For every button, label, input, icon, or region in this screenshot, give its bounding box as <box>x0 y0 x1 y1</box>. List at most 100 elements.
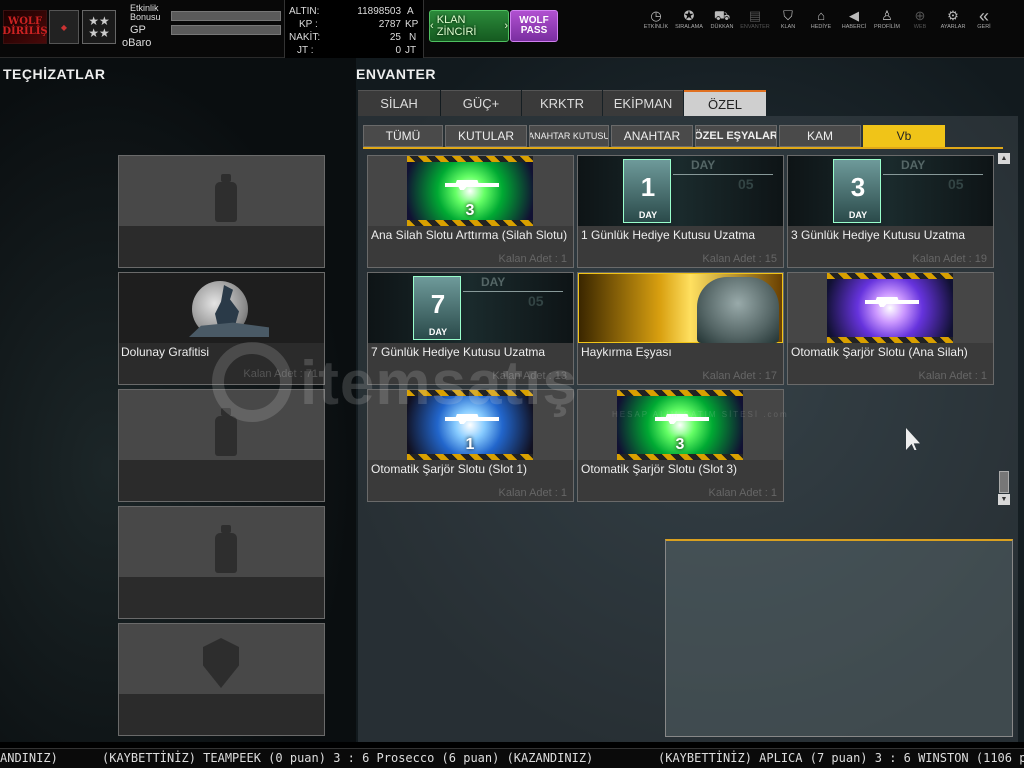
equipment-slot[interactable] <box>118 506 325 619</box>
tab-silah[interactable]: SİLAH <box>358 90 440 116</box>
gear-icon: ⚙ <box>947 8 959 23</box>
inventory-title: ENVANTER <box>356 66 436 82</box>
ticker-segment: ANDINIZ) <box>0 751 58 765</box>
item-qty: Kalan Adet : 1 <box>708 487 778 499</box>
menu-item-siralama[interactable]: ✪ SIRALAMA <box>673 8 705 40</box>
kp-row: KP : 2787 KP <box>285 19 425 31</box>
item-art-number: 3 <box>675 436 685 453</box>
item-qty: Kalan Adet : 19 <box>912 253 987 265</box>
inventory-tabs: SİLAH GÜÇ+ KRKTR EKİPMAN ÖZEL <box>358 90 767 116</box>
equipment-slot[interactable] <box>118 155 325 268</box>
slot-art <box>119 390 324 460</box>
menu-item-hediye[interactable]: ⌂ HEDİYE <box>805 8 837 40</box>
item-art: 3 DAY DAY 05 <box>788 156 993 226</box>
menu-label: SIRALAMA <box>675 24 703 30</box>
tab-ozel[interactable]: ÖZEL <box>684 90 766 116</box>
equipment-slot[interactable] <box>118 623 325 736</box>
clan-chain-label: KLAN ZİNCİRİ <box>436 14 477 38</box>
clan-chain-button[interactable]: ‹ KLAN ZİNCİRİ › <box>429 10 509 42</box>
ticker-segment: (KAYBETTİNİZ) APLICA (7 puan) 3 : 6 WINS… <box>658 751 1024 765</box>
inventory-scrollbar[interactable]: ▲ ▼ <box>998 153 1010 505</box>
stat-key: JT : <box>297 45 314 56</box>
item-name: 7 Günlük Hediye Kutusu Uzatma <box>371 345 546 359</box>
stat-unit: N <box>409 32 417 43</box>
tab-guc[interactable]: GÜÇ+ <box>441 90 521 116</box>
stat-value: 25 <box>389 32 401 43</box>
day-label: DAY <box>638 210 658 220</box>
item-name: Otomatik Şarjör Slotu (Slot 1) <box>371 462 528 476</box>
menu-item-envanter[interactable]: ▤ ENVANTER <box>739 8 771 40</box>
game-logo: WOLF DİRİLİŞ <box>2 10 48 44</box>
inventory-item[interactable]: 3 Ana Silah Slotu Arttırma (Silah Slotu)… <box>367 155 574 268</box>
inventory-item[interactable]: 3 Otomatik Şarjör Slotu (Slot 3) Kalan A… <box>577 389 784 502</box>
item-name: Otomatik Şarjör Slotu (Ana Silah) <box>791 345 968 359</box>
match-ticker: ANDINIZ) (KAYBETTİNİZ) TEAMPEEK (0 puan)… <box>0 748 1024 768</box>
equipment-slot[interactable]: Dolunay Grafitisi Kalan Adet : 71 <box>118 272 325 385</box>
slot-art <box>119 507 324 577</box>
item-qty: Kalan Adet : 17 <box>702 370 777 382</box>
stat-value: 2787 <box>378 19 401 30</box>
menu-item-klan[interactable]: ⛉ KLAN <box>772 8 804 40</box>
day-box-icon: 1 DAY DAY 05 <box>578 156 783 226</box>
subtab-kam[interactable]: KAM <box>779 125 861 147</box>
subtab-ozel-esyalar[interactable]: ÖZEL EŞYALAR <box>695 125 777 147</box>
slot-item-qty: Kalan Adet : 71 <box>243 368 318 380</box>
wolf-pass-button[interactable]: WOLF PASS <box>510 10 558 42</box>
subtab-kutular[interactable]: KUTULAR <box>445 125 527 147</box>
day-header: DAY <box>901 158 926 172</box>
item-art-number: 3 <box>465 202 475 219</box>
rifle-slot-icon <box>827 273 953 343</box>
slot-footer <box>119 577 324 618</box>
item-name: Otomatik Şarjör Slotu (Slot 3) <box>581 462 738 476</box>
menu-item-ayarlar[interactable]: ⚙ AYARLAR <box>937 8 969 40</box>
day-label: DAY <box>428 327 448 337</box>
menu-item-profilim[interactable]: ♙ PROFİLİM <box>871 8 903 40</box>
inventory-item[interactable]: 1 Otomatik Şarjör Slotu (Slot 1) Kalan A… <box>367 389 574 502</box>
item-preview-panel <box>665 539 1013 737</box>
rank-badge: ★★ ★★ <box>82 10 116 44</box>
menu-item-dukkan[interactable]: ⛟ DÜKKAN <box>706 8 738 40</box>
subtab-vb[interactable]: Vb <box>863 125 945 147</box>
tab-ekipman[interactable]: EKİPMAN <box>603 90 683 116</box>
menu-label: ENVANTER <box>740 24 770 30</box>
stat-key: NAKİT: <box>289 32 321 43</box>
slot-footer <box>119 694 324 735</box>
username: oBaro <box>122 37 152 49</box>
tab-krktr[interactable]: KRKTR <box>522 90 602 116</box>
scroll-thumb[interactable] <box>999 471 1009 493</box>
clan-emblem[interactable]: ◆ <box>49 10 79 44</box>
menu-label: GERİ <box>977 24 991 30</box>
menu-item-haberci[interactable]: ◀ HABERCİ <box>838 8 870 40</box>
item-qty: Kalan Adet : 15 <box>702 253 777 265</box>
megaphone-icon: ◀ <box>849 8 859 23</box>
menu-label: WEB <box>913 24 927 30</box>
inventory-item[interactable]: 7 DAY DAY 05 7 Günlük Hediye Kutusu Uzatma… <box>367 272 574 385</box>
inventory-item[interactable]: Haykırma Eşyası Kalan Adet : 17 <box>577 272 784 385</box>
scroll-down-icon[interactable]: ▼ <box>998 494 1010 505</box>
subtab-anahtar-kutusu[interactable]: ANAHTAR KUTUSU <box>529 125 609 147</box>
item-name: 3 Günlük Hediye Kutusu Uzatma <box>791 228 966 242</box>
inventory-item[interactable]: Otomatik Şarjör Slotu (Ana Silah) Kalan … <box>787 272 994 385</box>
top-menu: ◷ ETKİNLİK ✪ SIRALAMA ⛟ DÜKKAN ▤ ENVANTER ⛉ K… <box>640 6 999 40</box>
subtab-anahtar[interactable]: ANAHTAR <box>611 125 693 147</box>
soldier-icon <box>697 277 779 343</box>
menu-label: HABERCİ <box>841 24 867 30</box>
day-number: 1 <box>640 172 656 202</box>
scroll-up-icon[interactable]: ▲ <box>998 153 1010 164</box>
currency-panel: ALTIN: 11898503 A KP : 2787 KP NAKİT: 25… <box>284 0 424 58</box>
rifle-slot-icon: 3 <box>617 390 743 460</box>
subtab-tumu[interactable]: TÜMÜ <box>363 125 443 147</box>
day-side-number: 05 <box>948 176 964 192</box>
menu-item-geri[interactable]: «GERİ <box>970 6 998 40</box>
gold-row: ALTIN: 11898503 A <box>285 6 425 18</box>
menu-item-web[interactable]: ⊕ WEB <box>904 8 936 40</box>
gift-icon: ⌂ <box>817 8 825 23</box>
equipment-slot[interactable] <box>118 389 325 502</box>
shout-item-icon <box>578 273 783 343</box>
item-name: Ana Silah Slotu Arttırma (Silah Slotu) <box>371 228 568 242</box>
inventory-item[interactable]: 3 DAY DAY 05 3 Günlük Hediye Kutusu Uzatma… <box>787 155 994 268</box>
stat-unit: KP <box>405 19 419 30</box>
back-icon: « <box>978 6 989 26</box>
inventory-item[interactable]: 1 DAY DAY 05 1 Günlük Hediye Kutusu Uzatma… <box>577 155 784 268</box>
menu-item-etkinlik[interactable]: ◷ ETKİNLİK <box>640 8 672 40</box>
